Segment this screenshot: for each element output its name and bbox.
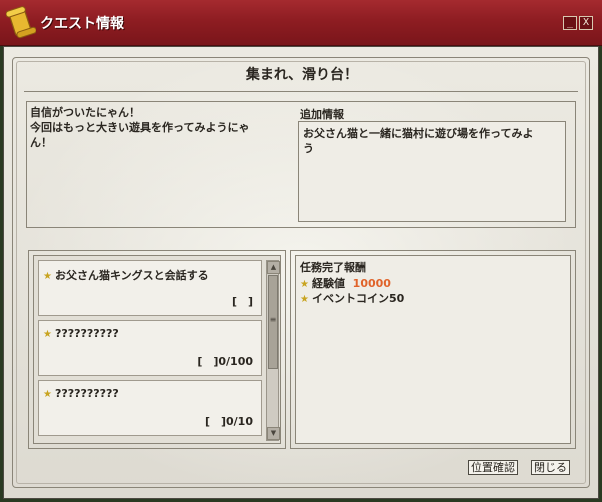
star-icon: ★ (300, 279, 309, 290)
star-icon: ★ (300, 294, 309, 305)
reward-value: 10000 (352, 277, 391, 290)
objective-name: ?????????? (55, 387, 119, 400)
rewards-label: 任務完了報酬 (300, 261, 366, 274)
scroll-up-arrow[interactable]: ▲ (267, 261, 280, 274)
objective-name: ?????????? (55, 327, 119, 340)
objectives-section: ★ お父さん猫キングスと会話する [ ] ★?????????? [ ]0/100… (28, 250, 286, 449)
star-icon: ★ (43, 389, 52, 400)
objective-item[interactable]: ★?????????? [ ]0/100 (38, 320, 262, 376)
objective-progress: [ ]0/100 (197, 355, 253, 368)
dialogue-line: ん！ (30, 136, 52, 149)
divider (24, 91, 578, 92)
objective-item[interactable]: ★ お父さん猫キングスと会話する [ ] (38, 260, 262, 316)
reward-name: 経験値 (312, 277, 345, 290)
objective-item[interactable]: ★?????????? [ ]0/10 (38, 380, 262, 436)
objective-title: ★?????????? (43, 387, 119, 400)
star-icon: ★ (43, 329, 52, 340)
close-button[interactable]: 閉じる (531, 460, 570, 475)
objective-title: ★ お父さん猫キングスと会話する (43, 267, 209, 283)
objective-progress: [ ]0/10 (204, 415, 253, 428)
window-titlebar[interactable]: クエスト情報 _ X (0, 0, 602, 46)
quest-panel: 集まれ、滑り台！ 自信がついたにゃん！ 今回はもっと大きい遊具を作ってみようにゃ… (3, 46, 599, 499)
objectives-list[interactable]: ★ お父さん猫キングスと会話する [ ] ★?????????? [ ]0/100… (33, 255, 281, 444)
star-icon: ★ (43, 271, 52, 282)
objective-title: ★?????????? (43, 327, 119, 340)
dialogue-line: 今回はもっと大きい遊具を作ってみようにゃ (30, 121, 250, 134)
additional-info-box: お父さん猫と一緒に猫村に遊び場を作ってみよ う (298, 121, 566, 222)
objectives-scrollbar[interactable]: ▲ ≡ ▼ (266, 260, 280, 441)
reward-item: ★ 経験値 10000 (300, 276, 391, 291)
reward-item: ★ イベントコイン50 (300, 291, 404, 306)
grip-icon: ≡ (269, 315, 277, 324)
dialogue-line: 自信がついたにゃん！ (30, 106, 140, 119)
scrollbar-thumb[interactable]: ≡ (268, 275, 278, 369)
locate-button[interactable]: 位置確認 (468, 460, 518, 475)
reward-name: イベントコイン50 (312, 292, 405, 305)
additional-info-label: 追加情報 (300, 108, 344, 121)
quest-dialogue: 自信がついたにゃん！ 今回はもっと大きい遊具を作ってみようにゃ ん！ (30, 105, 298, 150)
quest-title: 集まれ、滑り台！ (245, 67, 359, 83)
objective-name: お父さん猫キングスと会話する (55, 269, 209, 282)
minimize-button[interactable]: _ (563, 16, 577, 30)
close-window-button[interactable]: X (579, 16, 593, 30)
objective-progress: [ ] (231, 295, 253, 308)
additional-info-line: う (303, 142, 314, 155)
scroll-icon (6, 6, 36, 39)
window-title: クエスト情報 (40, 16, 124, 32)
rewards-box: 任務完了報酬 ★ 経験値 10000 ★ イベントコイン50 (295, 255, 571, 444)
scroll-down-arrow[interactable]: ▼ (267, 427, 280, 440)
additional-info-line: お父さん猫と一緒に猫村に遊び場を作ってみよ (303, 127, 534, 140)
rewards-section: 任務完了報酬 ★ 経験値 10000 ★ イベントコイン50 (290, 250, 576, 449)
